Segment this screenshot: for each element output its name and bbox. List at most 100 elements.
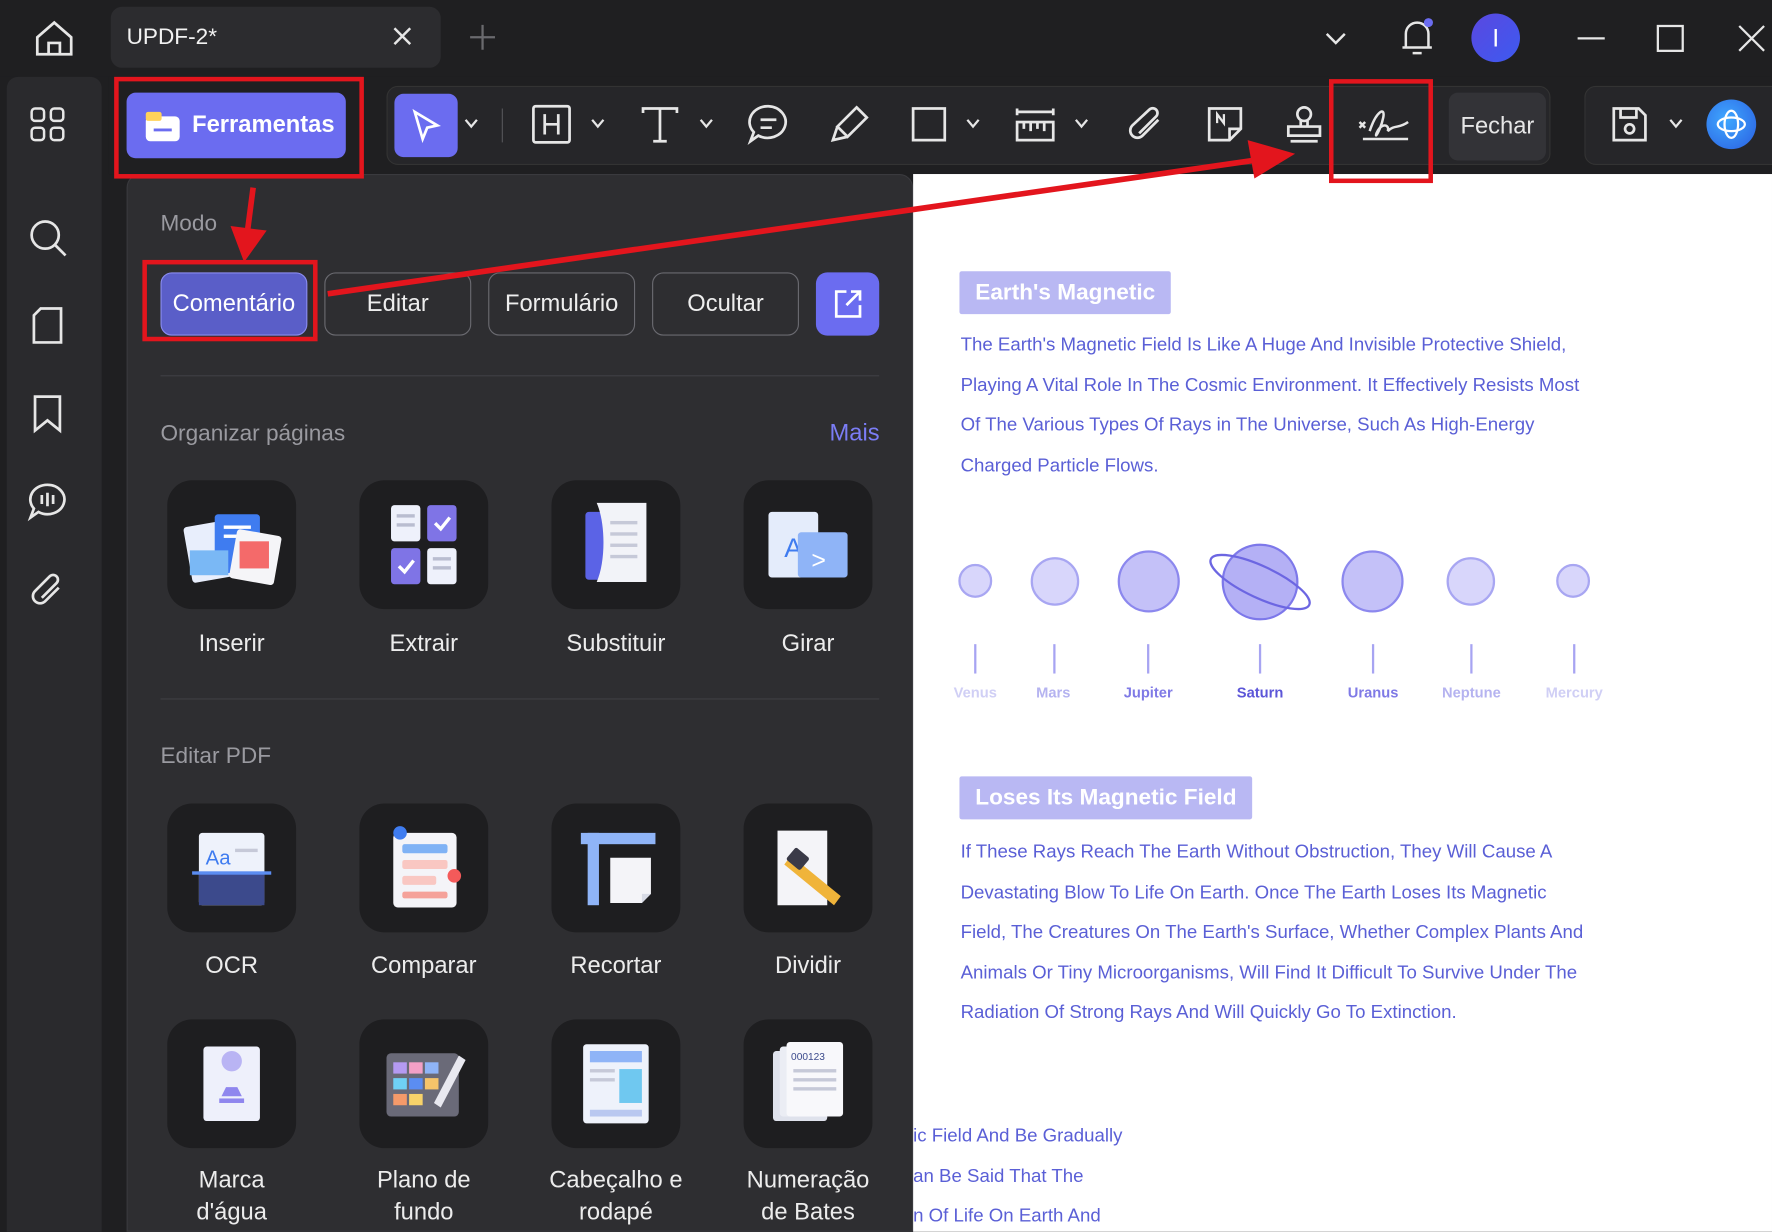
ai-assistant-icon[interactable] bbox=[1706, 99, 1757, 150]
mode-edit-button[interactable]: Editar bbox=[324, 272, 472, 336]
planet-neptune bbox=[1446, 557, 1496, 606]
compare-icon bbox=[393, 826, 462, 908]
mode-redact-button[interactable]: Ocultar bbox=[652, 272, 799, 336]
chevron-down-icon[interactable] bbox=[590, 115, 606, 131]
document-tab[interactable]: UPDF-2* bbox=[110, 6, 441, 68]
planet-label: Uranus bbox=[1347, 683, 1399, 701]
planet-label: Jupiter bbox=[1123, 683, 1173, 701]
open-external-button[interactable] bbox=[815, 272, 880, 336]
home-icon[interactable] bbox=[32, 16, 77, 61]
new-tab-icon[interactable] bbox=[468, 23, 497, 52]
measure-icon[interactable] bbox=[1013, 102, 1058, 147]
planet-jupiter bbox=[1117, 550, 1180, 613]
background-label: Plano de fundo bbox=[376, 1167, 471, 1226]
rotate-tile[interactable]: A > bbox=[743, 480, 873, 610]
select-tool-button[interactable] bbox=[394, 93, 458, 158]
planet-mars bbox=[1030, 557, 1080, 606]
text-icon[interactable] bbox=[637, 102, 682, 147]
stamp-icon[interactable] bbox=[1282, 102, 1327, 147]
more-link[interactable]: Mais bbox=[829, 420, 879, 447]
doc-heading-2: Loses Its Magnetic Field bbox=[959, 776, 1253, 820]
heading-icon[interactable] bbox=[529, 102, 574, 147]
replace-label: Substituir bbox=[566, 630, 666, 657]
save-icon[interactable] bbox=[1607, 102, 1652, 147]
user-avatar[interactable]: I bbox=[1471, 13, 1520, 63]
rectangle-icon[interactable] bbox=[906, 102, 951, 147]
doc-paragraph-1: The Earth's Magnetic Field Is Like A Hug… bbox=[961, 325, 1616, 485]
ocr-tile[interactable]: Aa bbox=[167, 803, 297, 933]
annotation-box-tools bbox=[114, 76, 364, 179]
close-tools-button[interactable]: Fechar bbox=[1448, 92, 1546, 161]
doc-paragraph-2: If These Rays Reach The Earth Without Ob… bbox=[961, 833, 1616, 1034]
annotation-box-comment bbox=[142, 259, 318, 342]
comments-icon[interactable] bbox=[25, 479, 70, 524]
mode-form-button[interactable]: Formulário bbox=[488, 272, 636, 336]
close-tab-icon[interactable] bbox=[389, 23, 416, 50]
tab-title: UPDF-2* bbox=[126, 24, 217, 50]
chevron-down-icon[interactable] bbox=[965, 115, 981, 131]
doc-fragment-line: an Be Said That The bbox=[913, 1166, 1084, 1187]
doc-line: Animals Or Tiny Microorganisms, Will Fin… bbox=[960, 962, 1578, 983]
planet-uranus bbox=[1341, 550, 1404, 613]
bookmark-icon[interactable] bbox=[25, 391, 70, 436]
highlighter-icon[interactable] bbox=[827, 102, 872, 147]
planet-tick bbox=[1053, 644, 1056, 674]
rotate-label: Girar bbox=[781, 630, 835, 657]
planet-venus bbox=[958, 563, 993, 598]
bates-numbering-icon: 000123 bbox=[772, 1041, 844, 1122]
chevron-down-icon[interactable] bbox=[1668, 115, 1684, 131]
chevron-down-icon[interactable] bbox=[463, 115, 479, 131]
compare-tile[interactable] bbox=[359, 803, 489, 933]
extract-tile[interactable] bbox=[359, 480, 489, 610]
insert-pages-icon bbox=[183, 514, 282, 586]
replace-tile[interactable] bbox=[551, 480, 681, 610]
doc-line: If These Rays Reach The Earth Without Ob… bbox=[960, 841, 1553, 863]
planet-tick bbox=[974, 644, 977, 674]
crop-tile[interactable] bbox=[551, 803, 681, 933]
planet-label: Mars bbox=[1036, 683, 1071, 701]
planet-tick bbox=[1258, 644, 1262, 674]
notification-bell-icon[interactable] bbox=[1397, 14, 1438, 59]
planet-tick bbox=[1470, 644, 1473, 674]
external-link-icon bbox=[834, 290, 862, 318]
edit-pdf-section-title: Editar PDF bbox=[160, 743, 272, 769]
compare-label: Comparar bbox=[371, 952, 477, 979]
doc-line: Charged Particle Flows. bbox=[960, 454, 1159, 476]
svg-text:Aa: Aa bbox=[206, 848, 232, 870]
thumbnails-icon[interactable] bbox=[25, 102, 70, 147]
chevron-down-icon[interactable] bbox=[698, 115, 714, 131]
doc-line: Of The Various Types Of Rays in The Univ… bbox=[960, 414, 1535, 436]
planet-mercury bbox=[1556, 563, 1591, 598]
screen: UPDF-2* I Ferramentas Fechar Modo Coment… bbox=[0, 0, 1772, 1232]
search-icon[interactable] bbox=[25, 215, 70, 260]
annotation-box-signature bbox=[1328, 79, 1433, 184]
doc-fragment-line: n Of Life On Earth And bbox=[913, 1205, 1101, 1227]
minimize-icon[interactable] bbox=[1575, 23, 1607, 55]
ocr-label: OCR bbox=[205, 952, 259, 979]
header-footer-icon bbox=[583, 1044, 649, 1124]
watermark-tile[interactable] bbox=[167, 1019, 297, 1149]
background-icon bbox=[386, 1053, 466, 1117]
split-tile[interactable] bbox=[743, 803, 873, 933]
background-tile[interactable] bbox=[359, 1019, 489, 1149]
chevron-down-icon[interactable] bbox=[1322, 25, 1349, 52]
attach-file-icon[interactable] bbox=[1123, 102, 1168, 147]
page-icon[interactable] bbox=[25, 303, 70, 348]
planet-label: Mercury bbox=[1545, 683, 1603, 701]
attachment-icon[interactable] bbox=[25, 567, 70, 612]
sticky-note-icon[interactable] bbox=[1202, 102, 1247, 147]
comment-icon[interactable] bbox=[746, 102, 791, 147]
insert-tile[interactable] bbox=[167, 480, 297, 610]
header-footer-tile[interactable] bbox=[551, 1019, 681, 1149]
close-window-icon[interactable] bbox=[1736, 23, 1768, 55]
maximize-icon[interactable] bbox=[1654, 23, 1686, 55]
bates-tile[interactable]: 000123 bbox=[743, 1019, 873, 1149]
ocr-icon: Aa bbox=[192, 832, 272, 906]
planet-label: Saturn bbox=[1236, 683, 1284, 701]
saturn-ring bbox=[1209, 553, 1311, 611]
chevron-down-icon[interactable] bbox=[1074, 115, 1090, 131]
svg-text:>: > bbox=[811, 546, 826, 574]
header-footer-label: Cabeçalho e rodapé bbox=[549, 1167, 683, 1226]
doc-fragment-line: ic Field And Be Gradually bbox=[913, 1125, 1123, 1146]
doc-line: Field, The Creatures On The Earth's Surf… bbox=[960, 922, 1584, 943]
